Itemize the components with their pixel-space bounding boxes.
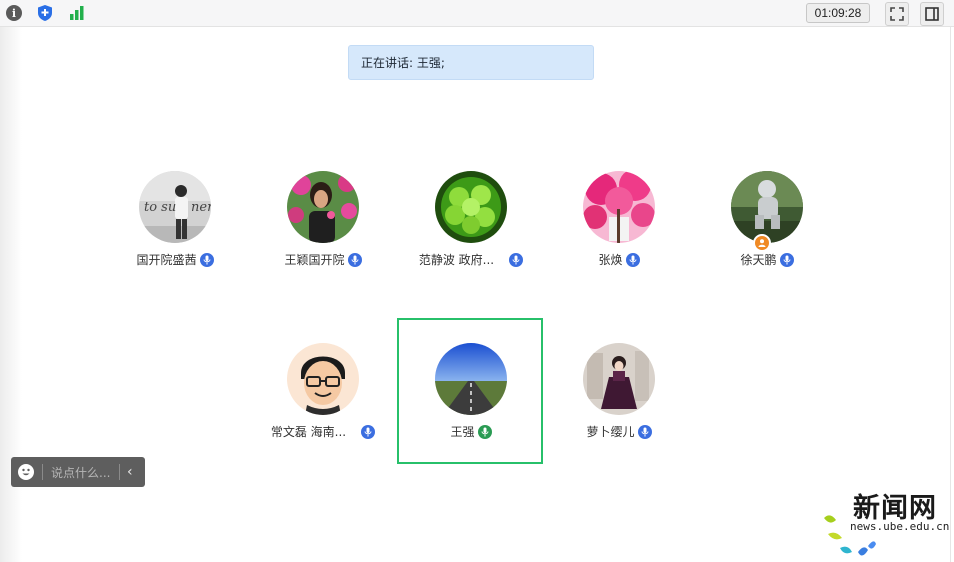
participant-name: 常文磊 海南... xyxy=(270,425,347,439)
mic-icon xyxy=(347,252,362,267)
participant-name-row: 国开院盛茜 xyxy=(115,251,235,268)
participant-name: 张焕 xyxy=(598,253,623,267)
participant-name-row: 张焕 xyxy=(559,251,679,268)
divider xyxy=(42,464,43,480)
shield-icon[interactable] xyxy=(35,3,55,23)
participant-tile[interactable]: 范静波 政府... xyxy=(411,171,531,291)
participant-tile[interactable]: 徐天鹏 xyxy=(707,171,827,291)
avatar xyxy=(583,343,655,415)
mic-icon xyxy=(779,252,794,267)
chat-bar[interactable]: 说点什么... ‹ xyxy=(11,457,145,487)
mic-icon xyxy=(637,424,652,439)
chat-input[interactable]: 说点什么... xyxy=(51,464,113,481)
active-speaker-highlight xyxy=(397,318,543,464)
svg-text:to su: to su xyxy=(144,200,176,215)
participant-name: 王颖国开院 xyxy=(284,253,345,267)
participant-name-row: 萝卜缨儿 xyxy=(559,423,679,440)
participant-name: 萝卜缨儿 xyxy=(586,425,635,439)
avatar xyxy=(583,171,655,243)
side-panel-icon[interactable] xyxy=(920,2,944,26)
host-badge-icon xyxy=(753,234,771,252)
mic-icon xyxy=(625,252,640,267)
avatar xyxy=(287,343,359,415)
collapse-icon[interactable]: ‹ xyxy=(127,464,133,480)
participant-tile[interactable]: 萝卜缨儿 xyxy=(559,343,679,463)
info-icon[interactable]: i xyxy=(4,3,24,23)
participant-name-row: 徐天鹏 xyxy=(707,251,827,268)
svg-text:ner: ner xyxy=(191,200,211,215)
participant-name: 范静波 政府... xyxy=(418,253,495,267)
participant-tile[interactable]: 王颖国开院 xyxy=(263,171,383,291)
signal-icon[interactable] xyxy=(67,3,87,23)
top-toolbar: i 01:09:28 xyxy=(0,0,954,27)
participant-name-row: 常文磊 海南... xyxy=(263,423,383,440)
meeting-timer: 01:09:28 xyxy=(806,3,870,23)
participant-name: 徐天鹏 xyxy=(740,253,777,267)
speaking-indicator: 正在讲话: 王强; xyxy=(348,45,594,80)
mic-icon xyxy=(199,252,214,267)
speaking-text: 正在讲话: 王强; xyxy=(361,56,445,70)
participant-tile[interactable]: 张焕 xyxy=(559,171,679,291)
watermark-url: news.ube.edu.cn xyxy=(850,520,950,533)
participant-tile[interactable]: 常文磊 海南... xyxy=(263,343,383,463)
divider xyxy=(119,464,120,480)
avatar xyxy=(287,171,359,243)
watermark-logo: 新闻网 news.ube.edu.cn xyxy=(818,482,954,562)
emoji-icon[interactable] xyxy=(18,464,34,480)
avatar xyxy=(435,171,507,243)
participant-name-row: 范静波 政府... xyxy=(411,251,531,268)
participant-name-row: 王颖国开院 xyxy=(263,251,383,268)
mic-icon xyxy=(361,424,376,439)
participant-tile[interactable]: to su ner 国开院盛茜 xyxy=(115,171,235,291)
avatar: to su ner xyxy=(139,171,211,243)
mic-icon xyxy=(509,252,524,267)
participant-name: 国开院盛茜 xyxy=(136,253,197,267)
fullscreen-icon[interactable] xyxy=(885,2,909,26)
avatar xyxy=(731,171,803,243)
